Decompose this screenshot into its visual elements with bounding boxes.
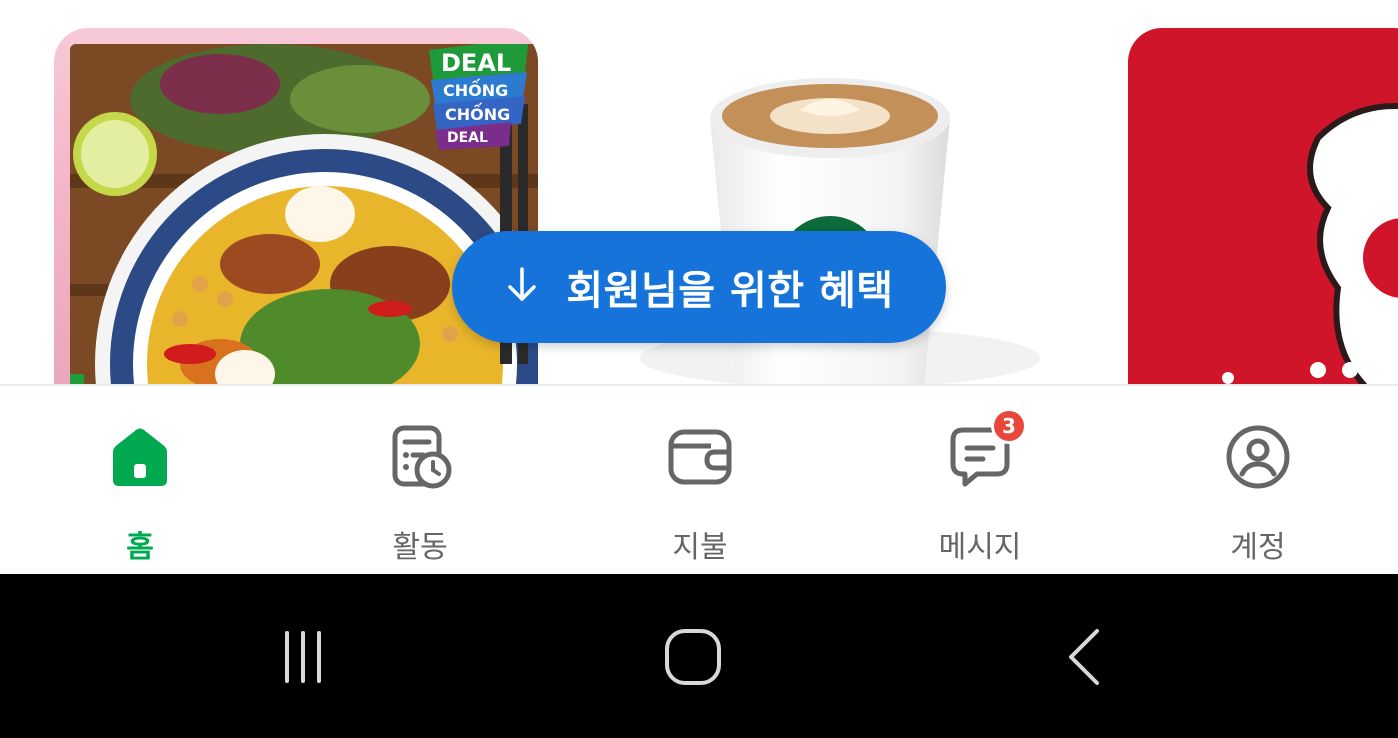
deal-badge-text-3: CHỐNG bbox=[445, 103, 510, 124]
back-button[interactable] bbox=[1040, 624, 1130, 694]
member-benefits-button[interactable]: 회원님을 위한 혜택 bbox=[452, 231, 946, 343]
home-system-button[interactable] bbox=[648, 624, 738, 694]
deal-badge-text-2: CHỐNG bbox=[443, 79, 508, 100]
nav-item-messages[interactable]: 3 메시지 bbox=[840, 386, 1120, 576]
bottom-nav: 홈 활동 지불 3 메시지 계정 bbox=[0, 384, 1398, 576]
arrow-down-icon bbox=[504, 265, 540, 309]
nav-label-messages: 메시지 bbox=[938, 530, 1022, 565]
system-nav-bar bbox=[0, 574, 1398, 738]
home-square-icon bbox=[663, 627, 723, 691]
mascot-image bbox=[1222, 103, 1398, 386]
member-benefits-label: 회원님을 위한 혜택 bbox=[566, 268, 894, 314]
back-chevron-icon bbox=[1055, 627, 1115, 691]
recent-apps-icon bbox=[273, 627, 333, 691]
promo-carousel[interactable]: DEAL CHỐNG CHỐNG DEAL 회원님을 위한 혜택 bbox=[0, 0, 1398, 386]
deal-badge-text-4: DEAL bbox=[447, 130, 488, 146]
wallet-icon bbox=[665, 422, 735, 492]
recent-apps-button[interactable] bbox=[258, 624, 348, 694]
nav-item-home[interactable]: 홈 bbox=[0, 386, 280, 576]
activity-icon bbox=[385, 422, 455, 492]
food-deal-card[interactable]: DEAL CHỐNG CHỐNG DEAL bbox=[54, 28, 538, 386]
message-icon: 3 bbox=[945, 408, 1027, 492]
home-icon bbox=[105, 422, 175, 492]
nav-item-account[interactable]: 계정 bbox=[1118, 386, 1398, 576]
red-brand-card[interactable] bbox=[1128, 28, 1398, 386]
nav-label-home: 홈 bbox=[126, 530, 154, 565]
nav-item-activity[interactable]: 활동 bbox=[280, 386, 560, 576]
nav-item-payment[interactable]: 지불 bbox=[560, 386, 840, 576]
nav-label-activity: 활동 bbox=[392, 530, 448, 565]
deal-badge-text-1: DEAL bbox=[441, 49, 511, 77]
nav-label-account: 계정 bbox=[1230, 530, 1286, 565]
nav-label-payment: 지불 bbox=[672, 530, 728, 565]
account-icon bbox=[1223, 422, 1293, 492]
message-count-badge: 3 bbox=[991, 408, 1027, 444]
food-deal-image: DEAL CHỐNG CHỐNG DEAL bbox=[70, 44, 538, 386]
deal-badge: DEAL CHỐNG CHỐNG DEAL bbox=[429, 44, 529, 150]
